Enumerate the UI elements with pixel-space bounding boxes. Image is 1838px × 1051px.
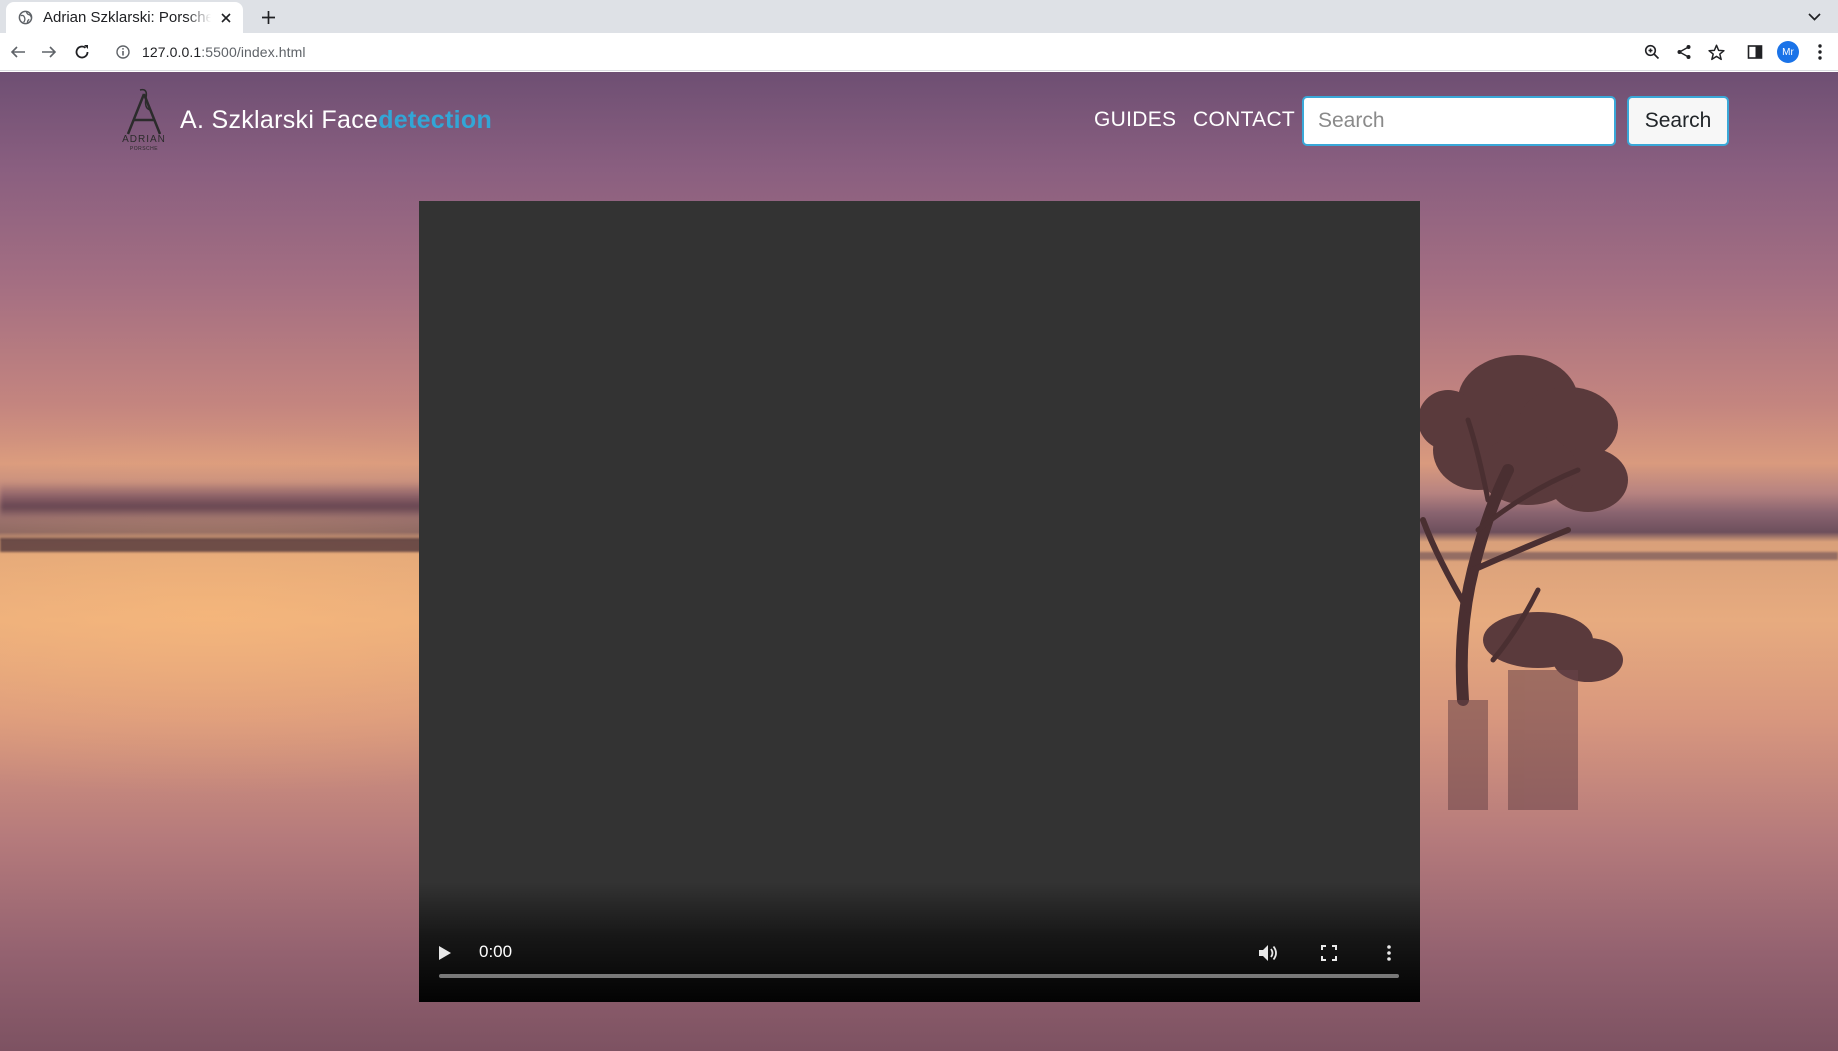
side-panel-icon[interactable] [1743, 40, 1767, 64]
profile-avatar[interactable]: Mr [1777, 41, 1799, 63]
close-icon[interactable] [217, 9, 235, 27]
nav-link-contact[interactable]: CONTACT [1193, 108, 1295, 132]
more-options-icon[interactable] [1375, 939, 1403, 967]
browser-toolbar: 127.0.0.1:5500/index.html Mr [0, 33, 1838, 71]
brand-name-accent: detection [378, 105, 493, 134]
brand-name-main: A. Szklarski Face [180, 105, 379, 134]
svg-text:ADRIAN: ADRIAN [122, 134, 166, 145]
site-navbar: ADRIAN PORSCHE A. Szklarski Facedetectio… [0, 72, 1838, 172]
video-player[interactable]: 0:00 [419, 201, 1420, 1002]
nav-link-guides[interactable]: GUIDES [1094, 108, 1176, 132]
menu-dots-icon[interactable] [1808, 40, 1832, 64]
search-input[interactable] [1302, 96, 1616, 146]
new-tab-button[interactable] [256, 5, 280, 29]
share-icon[interactable] [1672, 40, 1696, 64]
background-cloud-bank [0, 482, 430, 518]
video-time: 0:00 [479, 942, 513, 961]
chevron-down-icon[interactable] [1804, 7, 1824, 27]
globe-icon [17, 10, 33, 26]
volume-icon[interactable] [1255, 939, 1283, 967]
tab-title: Adrian Szklarski: Porsche [43, 9, 211, 26]
url-host: 127.0.0.1 [142, 44, 202, 60]
address-bar[interactable]: 127.0.0.1:5500/index.html [104, 36, 1704, 68]
brand-name: A. Szklarski Facedetection [180, 106, 492, 135]
back-arrow-icon[interactable] [6, 40, 30, 64]
search-button[interactable]: Search [1627, 96, 1729, 146]
url-text: 127.0.0.1:5500/index.html [142, 44, 306, 60]
video-controls: 0:00 [419, 882, 1420, 1002]
video-progress-bar[interactable] [439, 974, 1399, 978]
zoom-icon[interactable] [1640, 40, 1664, 64]
fullscreen-icon[interactable] [1315, 939, 1343, 967]
info-icon[interactable] [114, 43, 132, 61]
background-horizon [0, 538, 430, 552]
brand-logo-icon: ADRIAN PORSCHE [122, 88, 166, 152]
svg-text:PORSCHE: PORSCHE [130, 146, 158, 152]
brand-link[interactable]: ADRIAN PORSCHE A. Szklarski Facedetectio… [114, 88, 492, 152]
play-icon[interactable] [431, 939, 459, 967]
page-viewport: ADRIAN PORSCHE A. Szklarski Facedetectio… [0, 72, 1838, 1051]
browser-tab-strip: Adrian Szklarski: Porsche [0, 0, 1838, 33]
reload-icon[interactable] [70, 40, 94, 64]
background-tree [1418, 355, 1628, 810]
forward-arrow-icon[interactable] [37, 40, 61, 64]
browser-tab[interactable]: Adrian Szklarski: Porsche [6, 2, 243, 33]
bookmark-star-icon[interactable] [1704, 40, 1728, 64]
url-path: :5500/index.html [201, 44, 306, 60]
